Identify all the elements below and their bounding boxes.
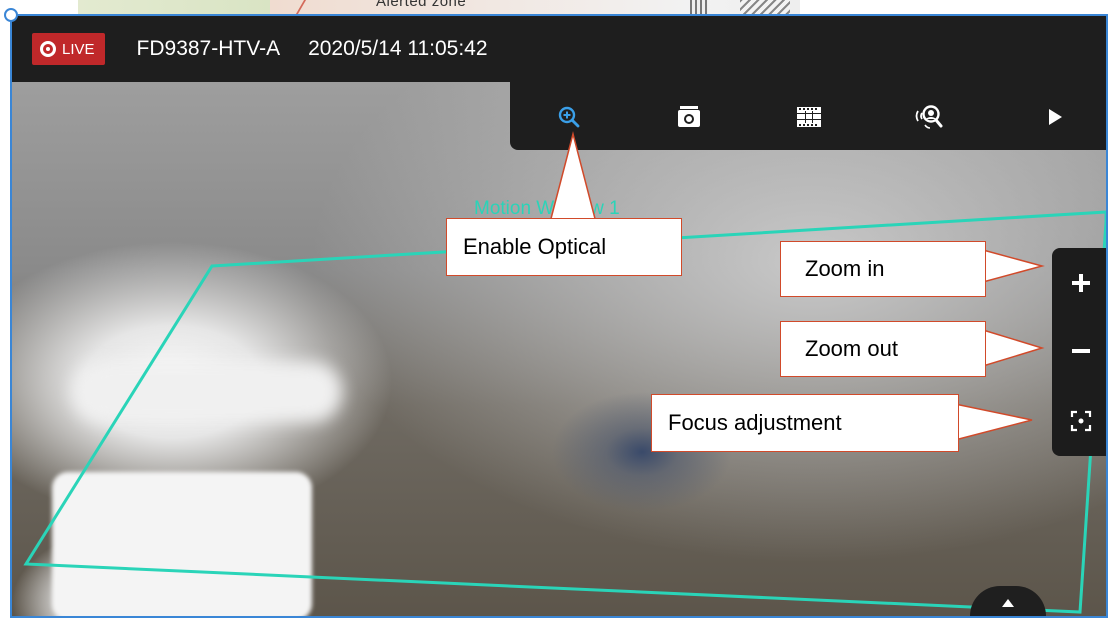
record-dot-icon [40,41,56,57]
resize-handle[interactable] [4,8,18,22]
focus-adjustment-button[interactable] [1066,406,1096,436]
optical-zoom-button[interactable] [554,102,584,132]
video-clip-button[interactable] [794,102,824,132]
minus-icon [1072,349,1090,353]
map-building-hatch [690,0,708,14]
alarm-search-icon [915,105,943,129]
zoom-control-panel [1052,248,1106,456]
camera-timestamp: 2020/5/14 11:05:42 [308,37,488,60]
viewer-header: LIVE FD9387-HTV-A 2020/5/14 11:05:42 [12,16,1106,82]
caret-up-icon [1002,599,1014,607]
map-road-line [295,0,307,14]
focus-icon [1070,410,1092,432]
callout-enable-optical: Enable Optical [446,218,682,276]
alarm-search-button[interactable] [914,102,944,132]
camera-name: FD9387-HTV-A [136,37,281,60]
callout-zoom-out: Zoom out [780,321,986,377]
callout-enable-optical-text: Enable Optical [463,234,607,259]
snapshot-button[interactable] [674,102,704,132]
zoom-out-button[interactable] [1066,336,1096,366]
callout-zoom-in-text: Zoom in [805,256,885,281]
callout-zoom-in: Zoom in [780,241,986,297]
map-zone-label: Alerted zone [376,0,467,10]
plus-icon [1072,274,1090,292]
zoom-in-button[interactable] [1066,268,1096,298]
map-background-strip: Alerted zone [0,0,1110,14]
playback-button[interactable] [1040,102,1070,132]
viewer-toolbar [510,82,1106,150]
live-badge: LIVE [32,33,105,65]
callout-zoom-out-text: Zoom out [805,336,898,361]
callout-focus-adjustment: Focus adjustment [651,394,959,452]
play-icon [1049,109,1062,125]
zoom-magnifier-icon [558,106,580,128]
map-building-hatch [740,0,790,14]
live-label: LIVE [62,40,95,58]
film-grid-icon [797,107,821,127]
callout-focus-adjustment-text: Focus adjustment [668,410,842,435]
camera-viewer: Motion Window 1 LIVE FD9387-HTV-A 2020/5… [10,14,1108,618]
camera-snapshot-icon [678,106,700,127]
motion-window-label: Motion Window 1 [474,198,620,219]
